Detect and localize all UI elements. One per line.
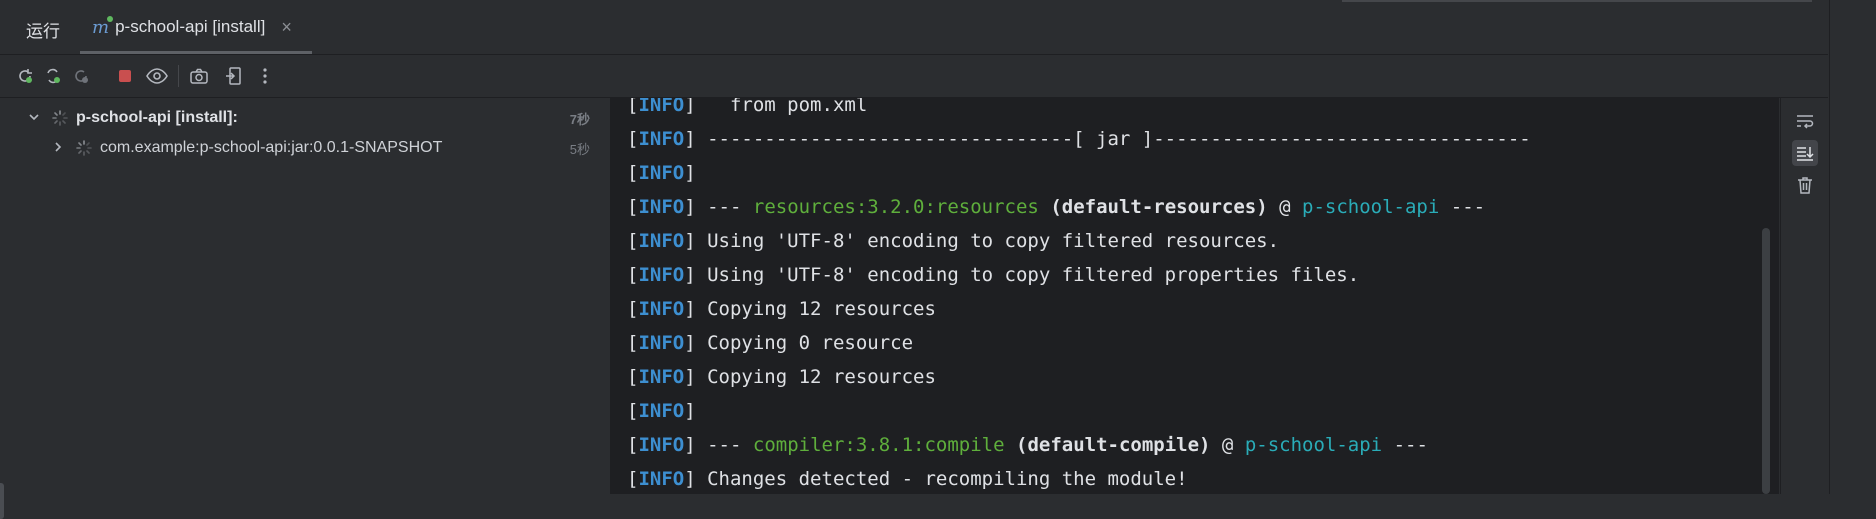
console-line: [INFO] Copying 12 resources bbox=[627, 366, 936, 388]
console-output[interactable]: [INFO] from pom.xml [INFO] -------------… bbox=[611, 98, 1779, 494]
console-line: [INFO] --- compiler:3.8.1:compile (defau… bbox=[627, 434, 1428, 456]
tool-window-tab-bar: 运行 m p-school-api [install] × bbox=[0, 0, 1828, 55]
console-line: [INFO] --------------------------------[… bbox=[627, 128, 1531, 150]
show-view-icon[interactable] bbox=[146, 65, 168, 87]
run-toolbar bbox=[0, 55, 1828, 98]
build-tree: p-school-api [install]: 7秒 com.example:p… bbox=[0, 98, 611, 519]
tree-item-label: com.example:p-school-api:jar:0.0.1-SNAPS… bbox=[100, 139, 443, 156]
top-edge-panel bbox=[1342, 0, 1812, 2]
soft-wrap-icon[interactable] bbox=[1792, 108, 1818, 134]
console-line: [INFO] Using 'UTF-8' encoding to copy fi… bbox=[627, 230, 1280, 252]
rerun-disabled-icon[interactable] bbox=[70, 65, 92, 87]
console-line: [INFO] Copying 0 resource bbox=[627, 332, 914, 354]
tree-item-module[interactable]: com.example:p-school-api:jar:0.0.1-SNAPS… bbox=[0, 134, 600, 162]
console-line: [INFO] --- resources:3.2.0:resources (de… bbox=[627, 196, 1486, 218]
loading-spinner-icon bbox=[50, 108, 70, 128]
clear-all-icon[interactable] bbox=[1792, 172, 1818, 198]
console-line: [INFO] bbox=[627, 400, 696, 422]
maven-icon: m bbox=[92, 15, 114, 38]
tree-item-label: p-school-api [install]: bbox=[76, 109, 238, 126]
rerun-icon[interactable] bbox=[14, 65, 36, 87]
resize-handle[interactable] bbox=[0, 483, 4, 519]
console-side-toolbar bbox=[1780, 98, 1829, 494]
rerun-failed-icon[interactable] bbox=[42, 65, 64, 87]
tab-run[interactable]: 运行 bbox=[26, 17, 60, 42]
tab-p-school-api-install[interactable]: m p-school-api [install] × bbox=[92, 14, 292, 40]
console-line: [INFO] Changes detected - recompiling th… bbox=[627, 468, 1188, 490]
scroll-to-end-icon[interactable] bbox=[1792, 140, 1818, 166]
tree-item-root[interactable]: p-school-api [install]: 7秒 bbox=[0, 104, 600, 132]
screenshot-icon[interactable] bbox=[188, 65, 210, 87]
close-icon[interactable]: × bbox=[281, 17, 292, 38]
elapsed-time: 7秒 bbox=[569, 111, 590, 127]
active-tab-indicator bbox=[80, 51, 312, 54]
stop-icon[interactable] bbox=[114, 65, 136, 87]
right-tool-strip bbox=[1829, 0, 1876, 494]
console-scrollbar[interactable] bbox=[1762, 228, 1770, 494]
console-line: [INFO] bbox=[627, 162, 696, 184]
elapsed-time: 5秒 bbox=[569, 141, 590, 157]
loading-spinner-icon bbox=[74, 138, 94, 158]
chevron-down-icon[interactable] bbox=[26, 111, 42, 126]
console-line: [INFO] Using 'UTF-8' encoding to copy fi… bbox=[627, 264, 1360, 286]
chevron-right-icon[interactable] bbox=[50, 141, 66, 156]
console-line: [INFO] Copying 12 resources bbox=[627, 298, 936, 320]
console-line: [INFO] from pom.xml bbox=[627, 98, 868, 116]
toolbar-separator bbox=[178, 65, 179, 87]
tab-label: p-school-api [install] bbox=[115, 17, 266, 36]
more-icon[interactable] bbox=[254, 65, 276, 87]
export-icon[interactable] bbox=[222, 65, 244, 87]
